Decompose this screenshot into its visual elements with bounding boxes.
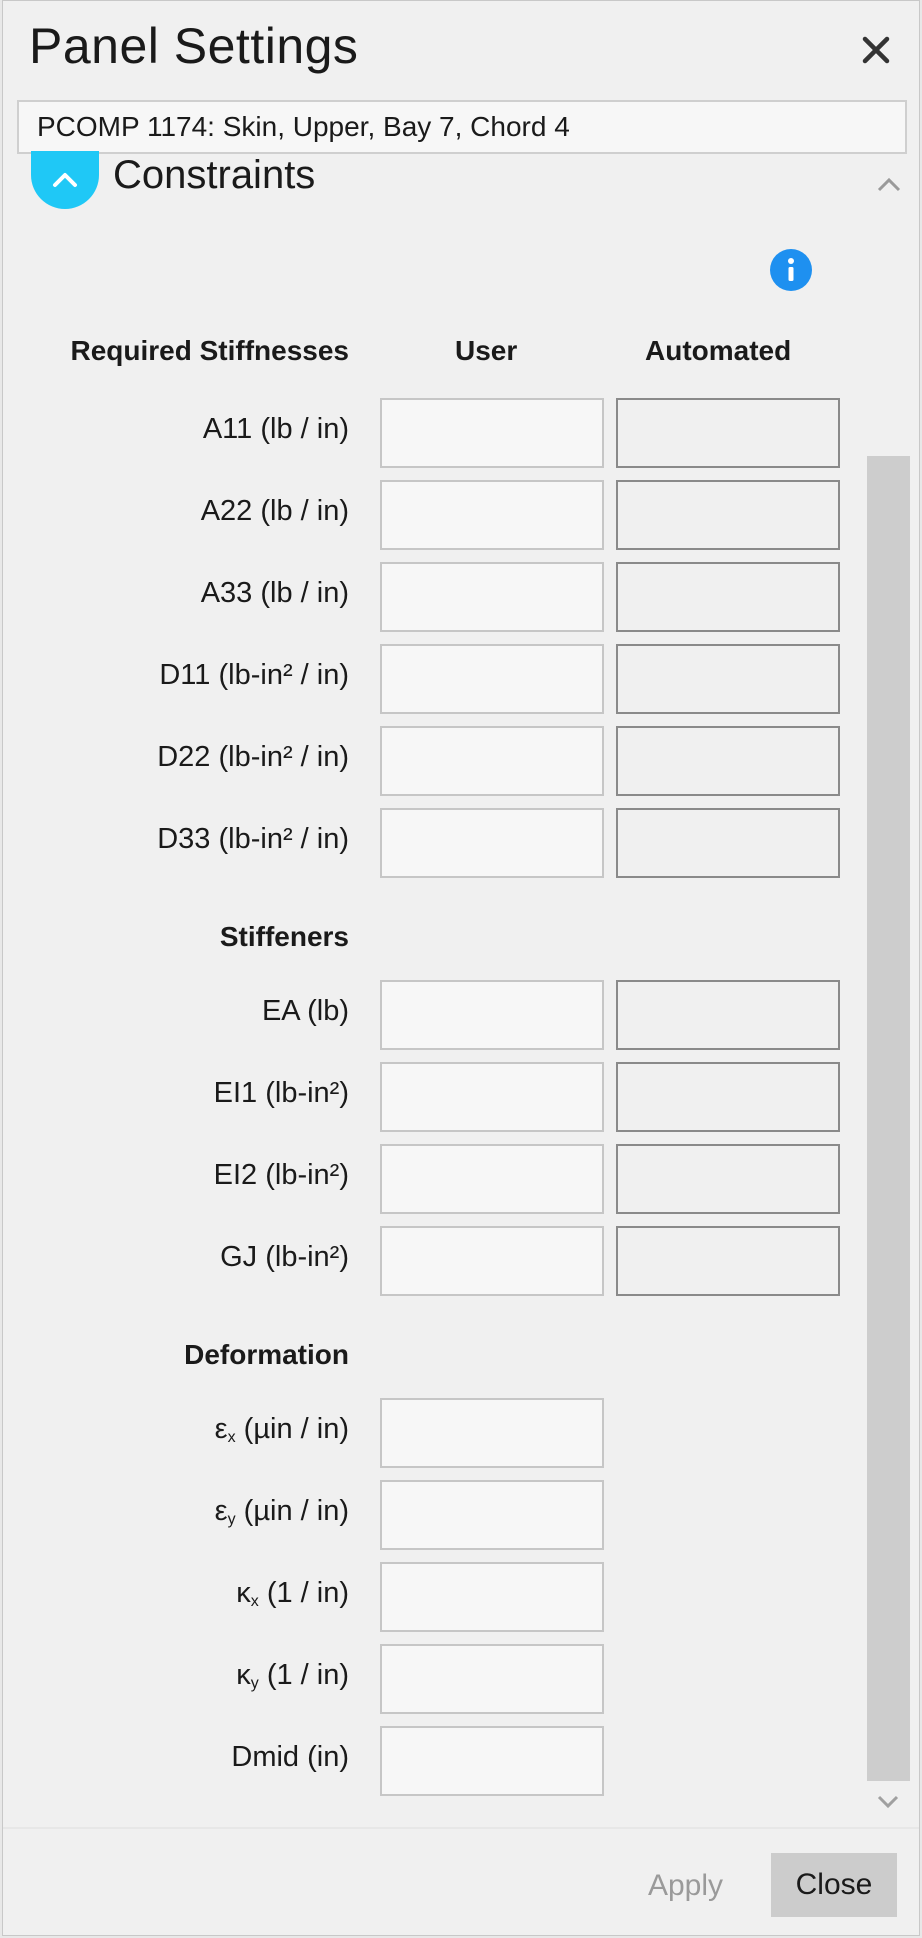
row-label-a11: A11 (lb / in) (202, 413, 349, 445)
constraints-section-header[interactable]: Constraints (31, 151, 911, 213)
ea-automated-input[interactable] (616, 980, 840, 1050)
d33-user-input[interactable] (380, 808, 604, 878)
vertical-scrollbar[interactable] (867, 456, 910, 1781)
a33-automated-input[interactable] (616, 562, 840, 632)
gj-user-input[interactable] (380, 1226, 604, 1296)
row-label-a22: A22 (lb / in) (200, 495, 349, 527)
section-title: Constraints (113, 153, 316, 197)
info-icon[interactable] (770, 249, 812, 291)
row-label-ei1: EI1 (lb-in²) (213, 1077, 349, 1109)
gj-automated-input[interactable] (616, 1226, 840, 1296)
column-header-user: User (455, 335, 518, 366)
row-label-a33: A33 (lb / in) (200, 577, 349, 609)
ei2-user-input[interactable] (380, 1144, 604, 1214)
a11-automated-input[interactable] (616, 398, 840, 468)
d22-user-input[interactable] (380, 726, 604, 796)
ei2-automated-input[interactable] (616, 1144, 840, 1214)
a22-user-input[interactable] (380, 480, 604, 550)
epsilon-x-user-input[interactable] (380, 1398, 604, 1468)
ea-user-input[interactable] (380, 980, 604, 1050)
dialog-title: Panel Settings (29, 18, 359, 74)
a22-automated-input[interactable] (616, 480, 840, 550)
chevron-up-icon (53, 173, 77, 187)
column-header-required-stiffnesses: Required Stiffnesses (70, 335, 349, 366)
a33-user-input[interactable] (380, 562, 604, 632)
d22-automated-input[interactable] (616, 726, 840, 796)
row-label-ei2: EI2 (lb-in²) (213, 1159, 349, 1191)
scroll-down-chevron-icon[interactable] (873, 1789, 903, 1813)
panel-settings-dialog: Panel Settings PCOMP 1174: Skin, Upper, … (2, 0, 920, 1936)
close-icon[interactable] (853, 27, 899, 73)
row-label-epsilon-x: εx (µin / in) (214, 1413, 349, 1446)
chevron-up-icon[interactable] (874, 173, 904, 197)
kappa-y-user-input[interactable] (380, 1644, 604, 1714)
row-label-d33: D33 (lb-in² / in) (157, 823, 349, 855)
d11-user-input[interactable] (380, 644, 604, 714)
d11-automated-input[interactable] (616, 644, 840, 714)
stiffeners-heading: Stiffeners (219, 921, 349, 952)
panel-name-field: PCOMP 1174: Skin, Upper, Bay 7, Chord 4 (17, 100, 907, 154)
epsilon-y-user-input[interactable] (380, 1480, 604, 1550)
apply-button[interactable]: Apply (623, 1855, 748, 1917)
column-header-automated: Automated (645, 335, 792, 366)
row-label-d22: D22 (lb-in² / in) (157, 741, 349, 773)
row-label-epsilon-y: εy (µin / in) (214, 1495, 349, 1528)
row-label-ea: EA (lb) (261, 995, 349, 1027)
row-label-gj: GJ (lb-in²) (220, 1241, 349, 1273)
row-label-kappa-x: κx (1 / in) (236, 1577, 349, 1610)
footer-divider (3, 1827, 919, 1829)
d33-automated-input[interactable] (616, 808, 840, 878)
dmid-user-input[interactable] (380, 1726, 604, 1796)
row-label-dmid: Dmid (in) (231, 1741, 349, 1773)
row-label-kappa-y: κy (1 / in) (236, 1659, 349, 1692)
deformation-heading: Deformation (184, 1339, 349, 1370)
ei1-user-input[interactable] (380, 1062, 604, 1132)
row-label-d11: D11 (lb-in² / in) (159, 659, 349, 691)
close-button[interactable]: Close (771, 1853, 897, 1917)
collapse-section-button[interactable] (31, 151, 99, 209)
kappa-x-user-input[interactable] (380, 1562, 604, 1632)
ei1-automated-input[interactable] (616, 1062, 840, 1132)
a11-user-input[interactable] (380, 398, 604, 468)
